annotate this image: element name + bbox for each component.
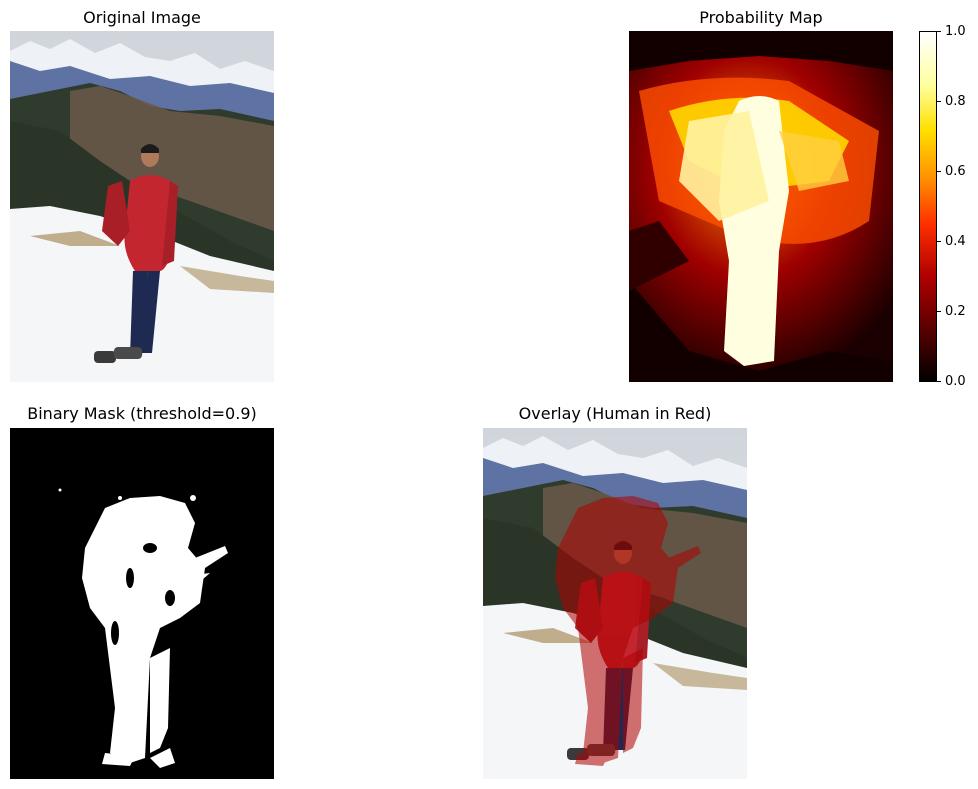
probability-map-title: Probability Map: [699, 8, 823, 27]
overlay-photo-drawing: [483, 428, 747, 779]
original-image: [10, 31, 274, 382]
original-photo-drawing: [10, 31, 274, 382]
colorbar-tick: [937, 171, 941, 172]
colorbar-tick: [937, 381, 941, 382]
colorbar-tick: [937, 31, 941, 32]
colorbar-label-0-2: 0.2: [945, 304, 966, 319]
probability-map: [629, 31, 893, 382]
colorbar-label-0-6: 0.6: [945, 164, 966, 179]
colorbar: [919, 31, 937, 382]
colorbar-label-0-8: 0.8: [945, 94, 966, 109]
colorbar-tick: [937, 101, 941, 102]
probability-map-drawing: [629, 31, 893, 382]
binary-mask-drawing: [10, 428, 274, 779]
binary-mask: [10, 428, 274, 779]
original-image-title: Original Image: [83, 8, 201, 27]
colorbar-tick: [937, 311, 941, 312]
colorbar-tick: [937, 241, 941, 242]
colorbar-label-0-4: 0.4: [945, 234, 966, 249]
overlay-image: [483, 428, 747, 779]
colorbar-label-0-0: 0.0: [945, 374, 966, 389]
colorbar-label-1-0: 1.0: [945, 24, 966, 39]
binary-mask-title: Binary Mask (threshold=0.9): [27, 404, 257, 423]
overlay-title: Overlay (Human in Red): [518, 404, 712, 423]
